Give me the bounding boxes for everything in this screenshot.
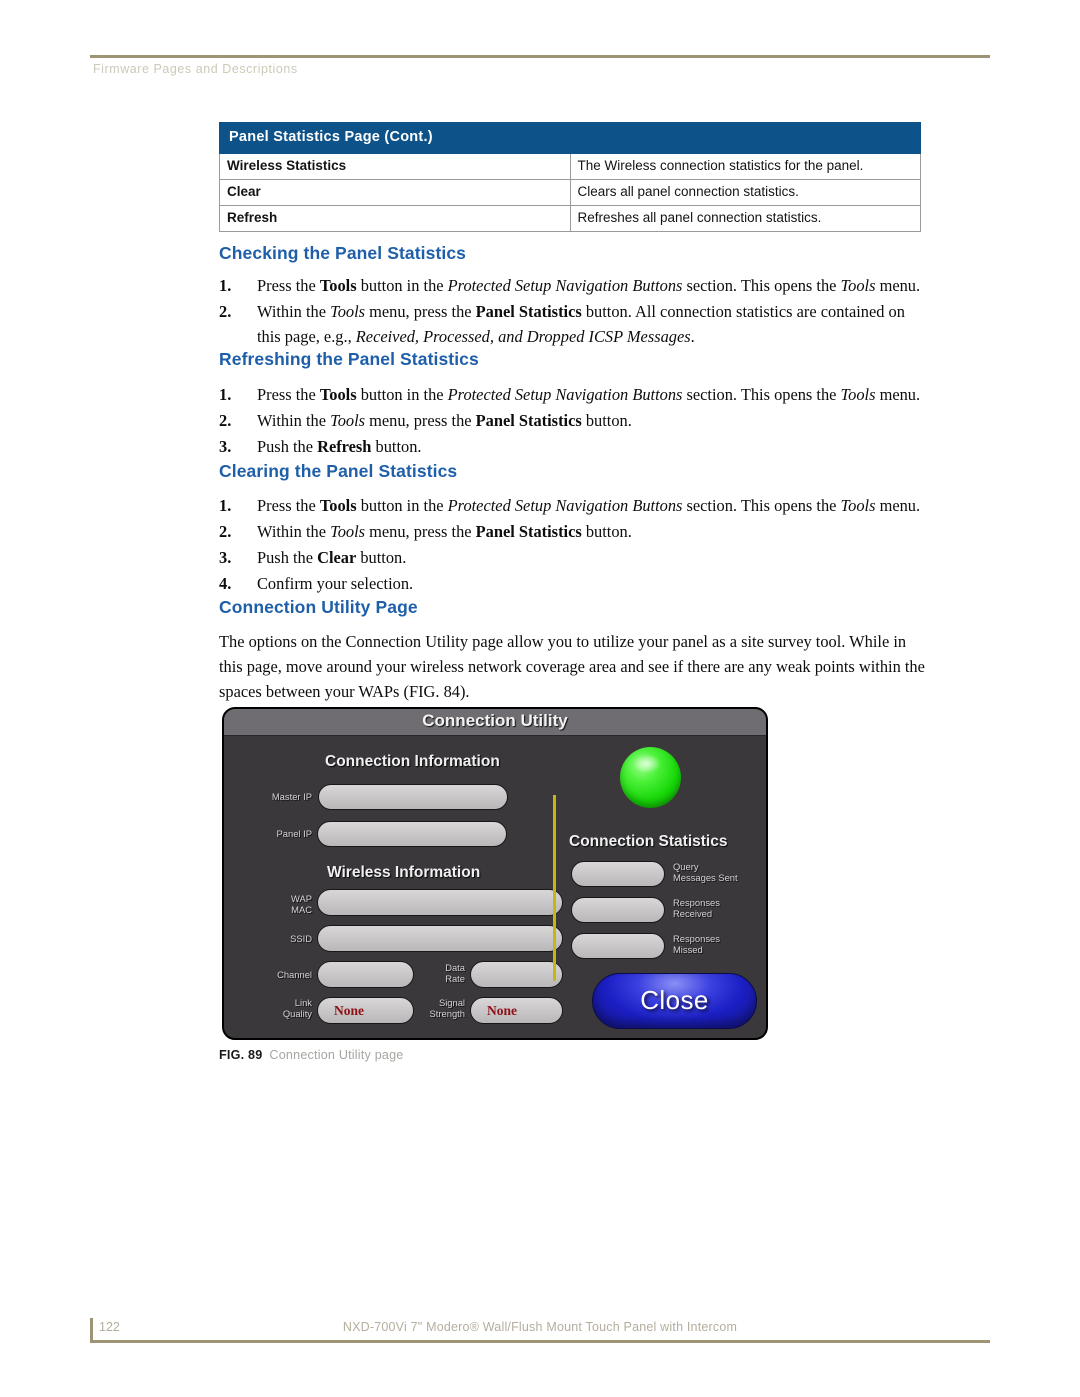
list-item: 3. Push the Clear button. (219, 545, 925, 570)
status-led-icon (620, 747, 681, 808)
section-heading-connection-information: Connection Information (325, 753, 500, 770)
field-link-quality[interactable] (317, 997, 414, 1024)
table-header-row: Panel Statistics Page (Cont.) (219, 121, 921, 155)
figure-caption-text: Connection Utility page (269, 1048, 404, 1062)
list-number: 1. (219, 276, 232, 295)
label-data-rate-line1: Data (445, 962, 465, 973)
heading-connection-utility-page: Connection Utility Page (219, 597, 418, 617)
section-heading-connection-statistics: Connection Statistics (569, 833, 728, 850)
label-link-quality-line1: Link (294, 997, 312, 1008)
close-button[interactable]: Close (592, 973, 757, 1029)
label-data-rate-line2: Rate (445, 973, 465, 984)
field-data-rate[interactable] (470, 961, 563, 988)
running-header: Firmware Pages and Descriptions (93, 62, 298, 76)
list-item: 3. Push the Refresh button. (219, 434, 925, 459)
list-number: 1. (219, 496, 232, 515)
label-wap-mac-line2: MAC (291, 904, 312, 915)
list-number: 3. (219, 437, 232, 457)
label-signal-strength-line1: Signal (438, 997, 465, 1008)
value-signal-strength: None (487, 1003, 517, 1018)
figure-connection-utility-panel: Connection Utility Connection Informatio… (222, 707, 768, 1040)
heading-clearing-panel-statistics: Clearing the Panel Statistics (219, 461, 458, 481)
list-text: Push the Clear button. (257, 548, 407, 568)
label-query-messages-sent-line1: Query (673, 861, 699, 872)
heading-refreshing-panel-statistics: Refreshing the Panel Statistics (219, 349, 479, 369)
panel-title: Connection Utility (422, 711, 568, 730)
table-cell-term: Clear (219, 179, 571, 206)
table-row: Clear Clears all panel connection statis… (219, 179, 921, 206)
panel-statistics-table: Panel Statistics Page (Cont.) Wireless S… (219, 121, 921, 232)
field-channel[interactable] (317, 961, 414, 988)
label-query-messages-sent-line2: Messages Sent (673, 872, 738, 883)
footer-rule (90, 1340, 990, 1343)
label-signal-strength-line2: Strength (429, 1008, 465, 1019)
paragraph-connection-utility: The options on the Connection Utility pa… (219, 632, 925, 702)
label-responses-missed-line1: Responses (673, 933, 720, 944)
label-master-ip: Master IP (271, 791, 312, 802)
label-responses-missed-line2: Missed (673, 944, 703, 955)
value-link-quality: None (334, 1003, 364, 1018)
list-number: 2. (219, 302, 232, 322)
label-wap-mac-line1: WAP (290, 893, 312, 904)
list-number: 2. (219, 522, 232, 542)
table-cell-term: Refresh (219, 204, 571, 232)
list-text: Press the Tools button in the Protected … (257, 276, 921, 295)
list-number: 3. (219, 548, 232, 568)
field-ssid[interactable] (317, 925, 563, 952)
footer-document-title: NXD-700Vi 7" Modero® Wall/Flush Mount To… (342, 1320, 738, 1334)
figure-caption: FIG. 89 Connection Utility page (219, 1048, 404, 1062)
heading-checking-panel-statistics: Checking the Panel Statistics (219, 243, 467, 263)
label-responses-received-line2: Received (673, 908, 713, 919)
label-link-quality-line2: Quality (282, 1008, 312, 1019)
field-responses-received[interactable] (571, 897, 665, 923)
field-panel-ip[interactable] (317, 821, 507, 847)
label-responses-received-line1: Responses (673, 897, 720, 908)
label-ssid: SSID (290, 933, 312, 944)
label-channel: Channel (277, 969, 312, 980)
table-cell-desc: Clears all panel connection statistics. (569, 179, 921, 206)
label-panel-ip: Panel IP (276, 828, 312, 839)
header-rule (90, 55, 990, 58)
table-row: Wireless Statistics The Wireless connect… (219, 153, 921, 181)
list-text: Push the Refresh button. (257, 437, 422, 457)
list-clearing-steps: 1. Press the Tools button in the Protect… (219, 493, 925, 597)
list-item: 1. Press the Tools button in the Protect… (219, 273, 925, 298)
list-item: 1. Press the Tools button in the Protect… (219, 493, 925, 518)
table-cell-desc: Refreshes all panel connection statistic… (569, 204, 921, 232)
list-item: 2. Within the Tools menu, press the Pane… (219, 299, 925, 349)
list-number: 1. (219, 385, 232, 404)
list-text: Within the Tools menu, press the Panel S… (257, 411, 632, 431)
figure-caption-label: FIG. 89 (219, 1048, 263, 1062)
list-item: 4. Confirm your selection. (219, 571, 925, 596)
list-text: Within the Tools menu, press the Panel S… (257, 522, 632, 542)
list-text: Press the Tools button in the Protected … (257, 385, 921, 404)
field-query-messages-sent[interactable] (571, 861, 665, 887)
close-button-label: Close (640, 984, 709, 1015)
list-checking-steps: 1. Press the Tools button in the Protect… (219, 273, 925, 350)
list-number: 2. (219, 411, 232, 431)
list-text: Press the Tools button in the Protected … (257, 496, 921, 515)
list-text: Confirm your selection. (257, 574, 414, 594)
list-text: Within the Tools menu, press the Panel S… (257, 302, 905, 347)
field-responses-missed[interactable] (571, 933, 665, 959)
table-cell-desc: The Wireless connection statistics for t… (569, 153, 921, 181)
list-item: 2. Within the Tools menu, press the Pane… (219, 408, 925, 433)
list-number: 4. (219, 574, 232, 594)
table-cell-term: Wireless Statistics (219, 153, 571, 181)
table-row: Refresh Refreshes all panel connection s… (219, 204, 921, 232)
section-heading-wireless-information: Wireless Information (327, 864, 481, 881)
list-item: 2. Within the Tools menu, press the Pane… (219, 519, 925, 544)
table-title: Panel Statistics Page (Cont.) (219, 121, 921, 155)
vertical-divider (553, 795, 556, 981)
list-refreshing-steps: 1. Press the Tools button in the Protect… (219, 382, 925, 460)
field-master-ip[interactable] (318, 784, 508, 810)
list-item: 1. Press the Tools button in the Protect… (219, 382, 925, 407)
field-wap-mac[interactable] (317, 889, 563, 916)
